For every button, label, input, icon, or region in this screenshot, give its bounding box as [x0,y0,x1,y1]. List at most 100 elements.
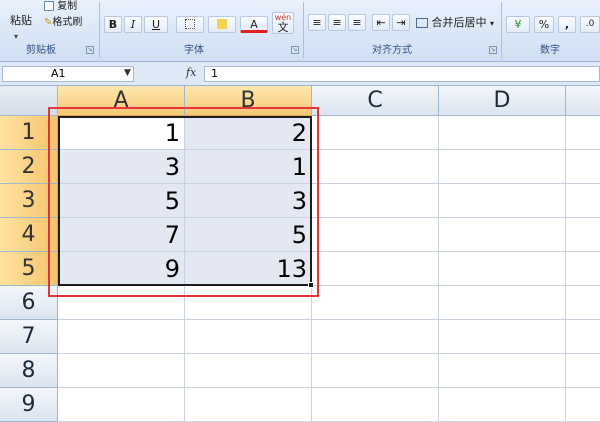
column-header-d[interactable]: D [439,86,566,116]
cell-d6[interactable] [439,286,566,320]
fill-color-button[interactable] [208,16,236,33]
cell-d8[interactable] [439,354,566,388]
font-launcher-icon[interactable]: ↘ [291,46,299,54]
cell-a8[interactable] [58,354,185,388]
borders-button[interactable] [176,16,204,33]
underline-button[interactable]: U [144,16,168,33]
name-box[interactable]: A1 [2,66,134,82]
cell-a1[interactable]: 1 [58,116,185,150]
cell-d2[interactable] [439,150,566,184]
paste-button[interactable]: 粘贴 [10,14,32,28]
row-header-9[interactable]: 9 [0,388,58,422]
cell-c5[interactable] [312,252,439,286]
row-header-5[interactable]: 5 [0,252,58,286]
row-header-6[interactable]: 6 [0,286,58,320]
column-header-e[interactable] [566,86,600,116]
cell-a5[interactable]: 9 [58,252,185,286]
cell-a9[interactable] [58,388,185,422]
cell-b9[interactable] [185,388,312,422]
clipboard-launcher-icon[interactable]: ↘ [86,46,94,54]
row-header-3[interactable]: 3 [0,184,58,218]
row-header-8[interactable]: 8 [0,354,58,388]
comma-button[interactable]: , [558,16,576,33]
increase-indent-button[interactable]: ⇥ [392,14,410,31]
group-divider [99,2,100,58]
cell-b2[interactable]: 1 [185,150,312,184]
cell-d9[interactable] [439,388,566,422]
italic-button[interactable]: I [124,16,142,33]
accounting-format-button[interactable]: ¥ [506,16,530,33]
cell-a3[interactable]: 5 [58,184,185,218]
cell-d5[interactable] [439,252,566,286]
font-color-button[interactable]: A [240,16,268,33]
cell-a7[interactable] [58,320,185,354]
phonetic-button[interactable]: wén 文 [272,12,294,34]
fill-handle[interactable] [308,282,314,288]
cell-a6[interactable] [58,286,185,320]
outdent-icon: ⇤ [376,16,386,29]
cell-c3[interactable] [312,184,439,218]
align-left-button[interactable]: ≡ [308,14,326,31]
cell-e1[interactable] [566,116,600,150]
cell-e5[interactable] [566,252,600,286]
cell-d1[interactable] [439,116,566,150]
cell-b8[interactable] [185,354,312,388]
column-header-a[interactable]: A [58,86,185,116]
cell-c8[interactable] [312,354,439,388]
number-group-label: 数字 [540,45,560,56]
cell-b5[interactable]: 13 [185,252,312,286]
chevron-down-icon[interactable]: ▼ [124,68,131,78]
group-divider [303,2,304,58]
cell-b1[interactable]: 2 [185,116,312,150]
column-header-b[interactable]: B [185,86,312,116]
cell-d4[interactable] [439,218,566,252]
cell-e9[interactable] [566,388,600,422]
cell-c6[interactable] [312,286,439,320]
group-divider [501,2,502,58]
alignment-launcher-icon[interactable]: ↘ [489,46,497,54]
cell-e7[interactable] [566,320,600,354]
decrease-indent-button[interactable]: ⇤ [372,14,390,31]
select-all-corner[interactable] [0,86,58,116]
align-right-button[interactable]: ≡ [348,14,366,31]
row-header-4[interactable]: 4 [0,218,58,252]
cell-e2[interactable] [566,150,600,184]
cell-d3[interactable] [439,184,566,218]
alignment-group-label: 对齐方式 [372,45,412,56]
cell-e3[interactable] [566,184,600,218]
cell-a4[interactable]: 7 [58,218,185,252]
row-header-1[interactable]: 1 [0,116,58,150]
increase-decimal-button[interactable]: .0 [580,16,600,33]
chevron-down-icon: ▾ [490,19,495,28]
formula-input[interactable]: 1 [204,66,600,82]
copy-button[interactable]: 复制 [44,0,77,14]
cell-e8[interactable] [566,354,600,388]
format-painter-button[interactable]: ✎格式刷 [44,16,82,30]
cell-c9[interactable] [312,388,439,422]
bold-button[interactable]: B [104,16,122,33]
cell-c4[interactable] [312,218,439,252]
merge-cells-icon [416,18,428,28]
cell-a2[interactable]: 3 [58,150,185,184]
cell-b7[interactable] [185,320,312,354]
cell-e6[interactable] [566,286,600,320]
cell-b3[interactable]: 3 [185,184,312,218]
cell-c1[interactable] [312,116,439,150]
insert-function-button[interactable]: fx [186,66,196,79]
percent-button[interactable]: % [534,16,554,33]
paste-dropdown-icon[interactable]: ▾ [14,30,18,44]
copy-icon [44,1,54,11]
cell-e4[interactable] [566,218,600,252]
formula-bar: A1 ▼ fx 1 [0,62,600,86]
cell-c7[interactable] [312,320,439,354]
row-header-2[interactable]: 2 [0,150,58,184]
cell-b6[interactable] [185,286,312,320]
row-header-7[interactable]: 7 [0,320,58,354]
currency-icon: ¥ [514,18,522,31]
merge-center-button[interactable]: 合并后居中 ▾ [416,16,494,31]
cell-d7[interactable] [439,320,566,354]
column-header-c[interactable]: C [312,86,439,116]
cell-c2[interactable] [312,150,439,184]
cell-b4[interactable]: 5 [185,218,312,252]
align-center-button[interactable]: ≡ [328,14,346,31]
